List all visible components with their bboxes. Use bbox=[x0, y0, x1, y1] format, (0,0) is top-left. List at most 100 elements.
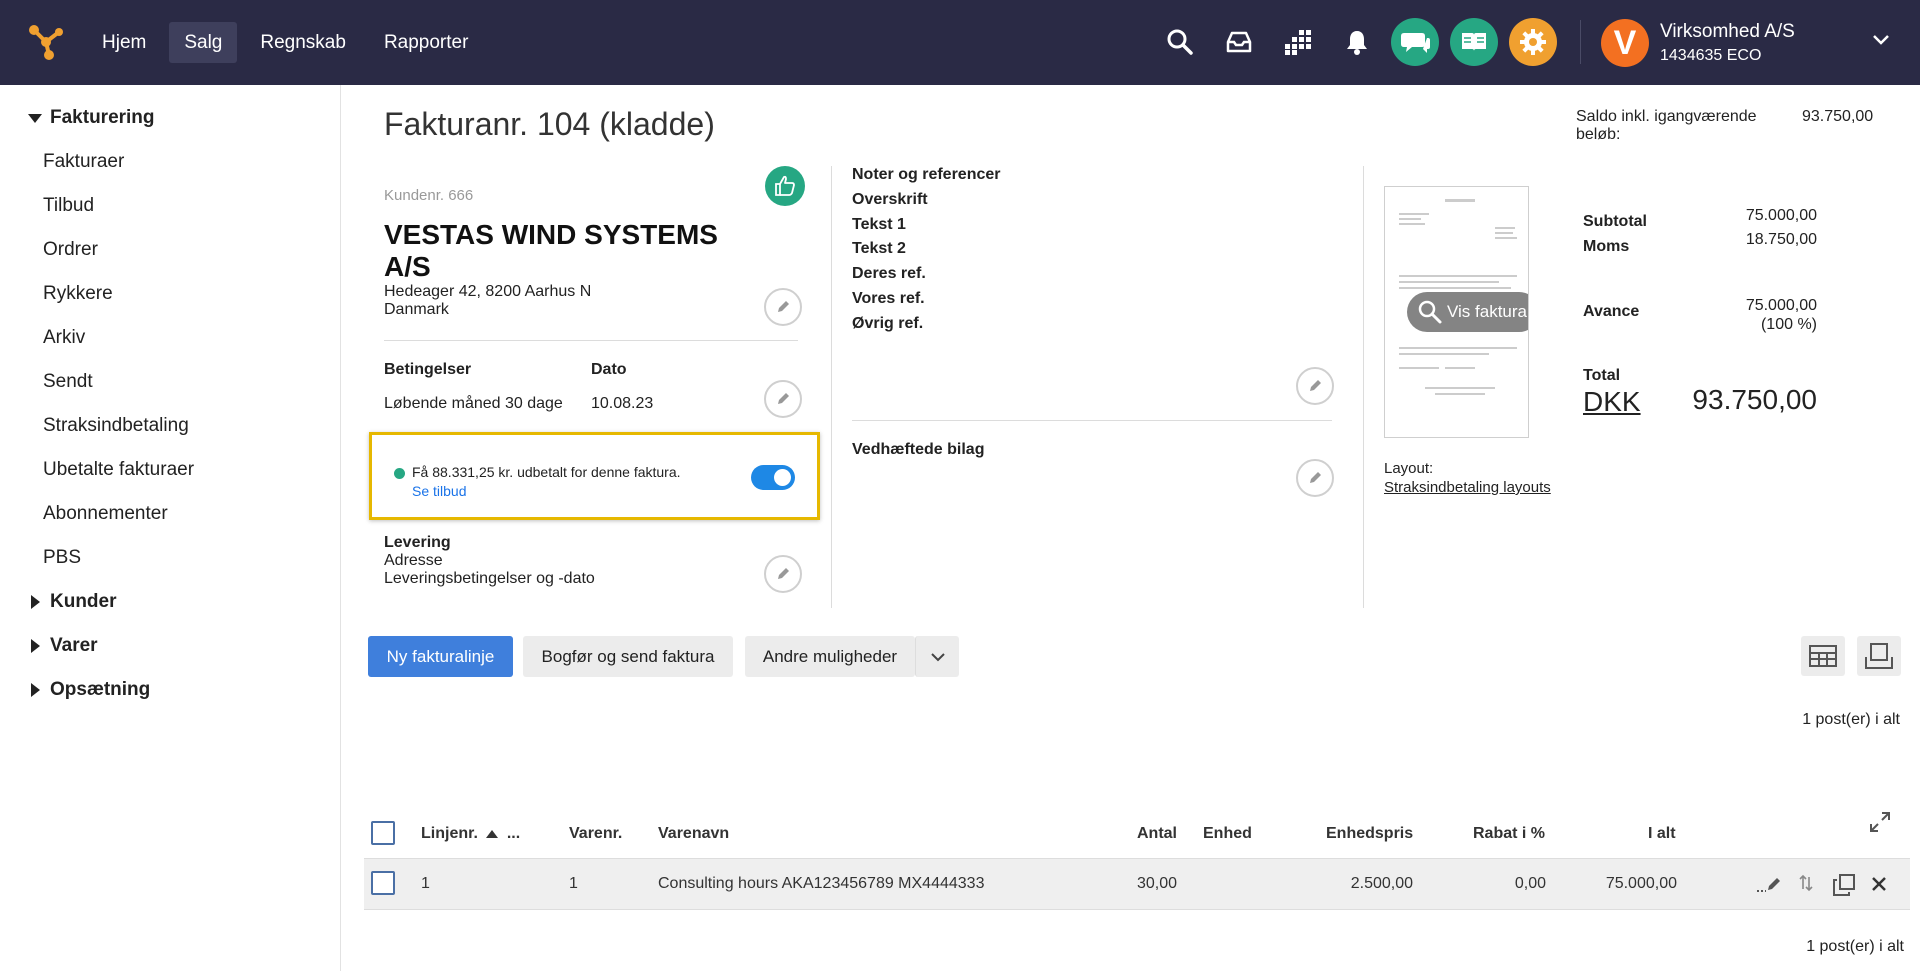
print-view-button[interactable] bbox=[1857, 636, 1901, 676]
bell-icon[interactable] bbox=[1333, 18, 1381, 66]
gear-icon[interactable] bbox=[1509, 18, 1557, 66]
company-name[interactable]: Virksomhed A/S bbox=[1660, 21, 1795, 43]
chevron-down-icon[interactable] bbox=[1871, 33, 1891, 52]
edit-delivery-button[interactable] bbox=[764, 555, 802, 593]
sort-asc-icon bbox=[486, 829, 499, 838]
sidebar-section-varer[interactable]: Varer bbox=[28, 635, 98, 657]
search-icon bbox=[1418, 300, 1442, 324]
nav-rapporter[interactable]: Rapporter bbox=[369, 22, 484, 63]
view-invoice-label: Vis faktura bbox=[1447, 302, 1528, 321]
apps-icon[interactable] bbox=[1274, 18, 1322, 66]
other-options-button[interactable]: Andre muligheder bbox=[745, 636, 915, 677]
table-view-button[interactable] bbox=[1801, 636, 1845, 676]
note-oevrig-ref: Øvrig ref. bbox=[852, 315, 924, 332]
sidebar-item-arkiv[interactable]: Arkiv bbox=[43, 327, 85, 349]
book-icon[interactable] bbox=[1450, 18, 1498, 66]
sidebar-item-pbs[interactable]: PBS bbox=[43, 547, 81, 569]
nav-hjem[interactable]: Hjem bbox=[87, 22, 161, 63]
customer-address-line2: Danmark bbox=[384, 301, 449, 318]
financing-toggle[interactable] bbox=[751, 465, 795, 490]
header-varenr[interactable]: Varenr. bbox=[569, 825, 622, 843]
moms-value: 18.750,00 bbox=[1745, 231, 1817, 248]
note-tekst2: Tekst 2 bbox=[852, 240, 906, 257]
reorder-icon[interactable] bbox=[1798, 874, 1814, 897]
app-logo-icon[interactable] bbox=[27, 22, 65, 62]
sidebar-section-kunder[interactable]: Kunder bbox=[28, 591, 117, 613]
other-options-dropdown[interactable] bbox=[915, 636, 959, 677]
cell-varenr: 1 bbox=[569, 875, 578, 892]
sidebar-item-rykkere[interactable]: Rykkere bbox=[43, 283, 113, 305]
column-divider bbox=[1363, 166, 1364, 608]
sidebar-item-ordrer[interactable]: Ordrer bbox=[43, 239, 98, 261]
invoice-preview[interactable]: Vis faktura bbox=[1384, 186, 1529, 438]
company-logo[interactable]: V bbox=[1601, 19, 1649, 67]
sidebar-item-straksindbetaling[interactable]: Straksindbetaling bbox=[43, 415, 189, 437]
note-tekst1: Tekst 1 bbox=[852, 216, 906, 233]
main-nav: Hjem Salg Regnskab Rapporter bbox=[87, 22, 491, 63]
edit-attachments-button[interactable] bbox=[1296, 459, 1334, 497]
header-ialt[interactable]: I alt bbox=[1648, 825, 1676, 843]
new-invoice-line-button[interactable]: Ny fakturalinje bbox=[368, 636, 513, 677]
record-count-top: 1 post(er) i alt bbox=[1802, 711, 1900, 728]
attachments-label: Vedhæftede bilag bbox=[852, 441, 985, 458]
header-antal[interactable]: Antal bbox=[1137, 825, 1177, 843]
header-enhed[interactable]: Enhed bbox=[1203, 825, 1252, 843]
header-linjenr-label: Linjenr. bbox=[421, 825, 478, 842]
sidebar-section-opsaetning[interactable]: Opsætning bbox=[28, 679, 150, 701]
select-all-checkbox[interactable] bbox=[371, 821, 395, 845]
thumbs-up-icon[interactable] bbox=[765, 166, 805, 206]
sidebar-item-abonnementer[interactable]: Abonnementer bbox=[43, 503, 168, 525]
expand-icon[interactable] bbox=[1869, 811, 1891, 838]
edit-row-icon[interactable] bbox=[1756, 874, 1782, 899]
divider bbox=[384, 340, 798, 341]
page-title: Fakturanr. 104 (kladde) bbox=[384, 106, 715, 142]
notes-title: Noter og referencer bbox=[852, 166, 1001, 183]
search-icon[interactable] bbox=[1156, 18, 1204, 66]
customer-name: VESTAS WIND SYSTEMS A/S bbox=[384, 219, 718, 282]
subtotal-value: 75.000,00 bbox=[1745, 207, 1817, 224]
top-bar: Hjem Salg Regnskab Rapporter V Virksomhe… bbox=[0, 0, 1920, 85]
pencil-icon bbox=[1310, 380, 1321, 391]
chat-icon[interactable] bbox=[1391, 18, 1439, 66]
layout-link[interactable]: Straksindbetaling layouts bbox=[1384, 479, 1551, 496]
sidebar-item-sendt[interactable]: Sendt bbox=[43, 371, 93, 393]
sidebar-section-label: Opsætning bbox=[50, 679, 151, 700]
status-dot bbox=[394, 468, 405, 479]
header-rabat[interactable]: Rabat i % bbox=[1473, 825, 1545, 843]
sidebar-item-fakturaer[interactable]: Fakturaer bbox=[43, 151, 124, 173]
edit-notes-button[interactable] bbox=[1296, 367, 1334, 405]
currency-select[interactable]: DKK bbox=[1583, 386, 1641, 418]
sidebar-section-fakturering[interactable]: Fakturering bbox=[28, 107, 155, 129]
customer-address-line1: Hedeager 42, 8200 Aarhus N bbox=[384, 283, 592, 300]
table-icon bbox=[1809, 645, 1837, 667]
sidebar-item-tilbud[interactable]: Tilbud bbox=[43, 195, 94, 217]
copy-icon[interactable] bbox=[1833, 874, 1855, 901]
company-logo-letter: V bbox=[1613, 23, 1637, 62]
column-menu-icon[interactable]: ... bbox=[507, 825, 520, 842]
edit-customer-button[interactable] bbox=[764, 288, 802, 326]
record-count-bottom: 1 post(er) i alt bbox=[1806, 938, 1904, 955]
sidebar-item-ubetalte-fakturaer[interactable]: Ubetalte fakturaer bbox=[43, 459, 194, 481]
header-enhedspris[interactable]: Enhedspris bbox=[1326, 825, 1413, 843]
see-offer-link[interactable]: Se tilbud bbox=[412, 483, 466, 499]
caret-down-icon bbox=[28, 113, 42, 123]
header-linjenr[interactable]: Linjenr. ... bbox=[421, 825, 520, 843]
nav-regnskab[interactable]: Regnskab bbox=[245, 22, 361, 63]
pencil-icon bbox=[778, 393, 789, 404]
betingelser-label: Betingelser bbox=[384, 361, 472, 378]
cell-rabat: 0,00 bbox=[1514, 875, 1546, 892]
note-overskrift: Overskrift bbox=[852, 191, 928, 208]
close-icon[interactable] bbox=[1869, 874, 1889, 899]
nav-salg[interactable]: Salg bbox=[169, 22, 238, 63]
betingelser-value: Løbende måned 30 dage bbox=[384, 395, 563, 412]
edit-terms-button[interactable] bbox=[764, 380, 802, 418]
layout-label: Layout: bbox=[1384, 460, 1434, 477]
header-varenavn[interactable]: Varenavn bbox=[658, 825, 729, 843]
book-send-invoice-button[interactable]: Bogfør og send faktura bbox=[523, 636, 733, 677]
row-checkbox[interactable] bbox=[371, 871, 395, 895]
sidebar bbox=[0, 85, 341, 971]
view-invoice-button[interactable]: Vis faktura bbox=[1407, 292, 1528, 332]
levering-label: Levering bbox=[384, 534, 451, 551]
avance-label: Avance bbox=[1583, 303, 1640, 320]
inbox-icon[interactable] bbox=[1215, 18, 1263, 66]
